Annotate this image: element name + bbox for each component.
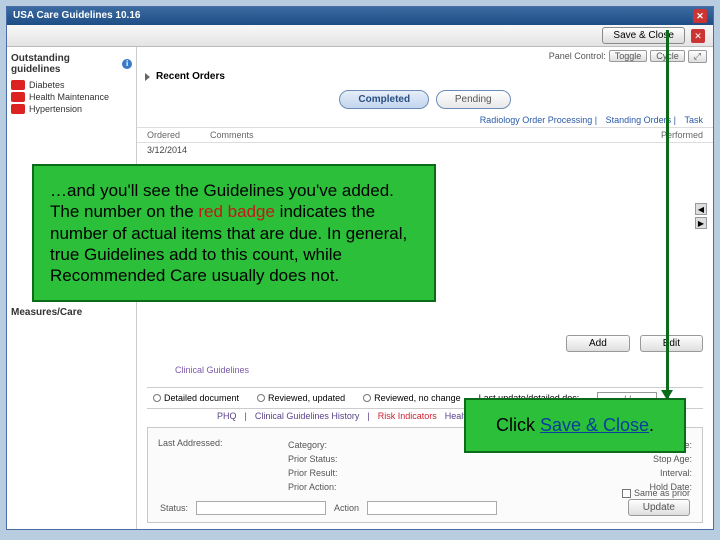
order-columns: Ordered Comments Performed: [137, 127, 713, 143]
panel-toggle-button[interactable]: Toggle: [609, 50, 648, 62]
sidebar-item-diabetes[interactable]: Diabetes: [11, 79, 132, 91]
label-last-addressed: Last Addressed:: [158, 438, 223, 448]
scroll-buttons: ◀ ▶: [695, 203, 707, 229]
sidebar-item-hypertension[interactable]: Hypertension: [11, 103, 132, 115]
checkbox-icon[interactable]: [622, 489, 631, 498]
link-standing[interactable]: Standing Orders: [606, 115, 672, 125]
window-title: USA Care Guidelines 10.16: [13, 7, 140, 25]
label-interval: Interval:: [649, 466, 692, 480]
info-icon[interactable]: i: [122, 59, 132, 69]
scroll-left-icon[interactable]: ◀: [695, 203, 707, 215]
link-risk[interactable]: Risk Indicators: [378, 411, 437, 421]
label-prior-result: Prior Result:: [288, 466, 338, 480]
radio-reviewed-updated[interactable]: Reviewed, updated: [257, 393, 345, 403]
order-links: Radiology Order Processing | Standing Or…: [137, 115, 713, 125]
label-category: Category:: [288, 438, 338, 452]
add-edit-buttons: Add Edit: [566, 335, 703, 352]
annotation-callout-2: Click Save & Close.: [464, 398, 686, 453]
annotation-arrow: [666, 30, 669, 398]
top-toolbar: Save & Close ✕: [7, 25, 713, 47]
badge-icon: [11, 92, 25, 102]
tab-completed[interactable]: Completed: [339, 90, 429, 109]
window-close-icon[interactable]: ✕: [693, 9, 707, 23]
label-prior-status: Prior Status:: [288, 452, 338, 466]
measures-section: Measures/Care: [11, 307, 131, 318]
save-and-close-button[interactable]: Save & Close: [602, 27, 685, 44]
panel-control: Panel Control: Toggle Cycle ⤢: [549, 47, 707, 65]
status-action-row: Status: Action Update: [160, 499, 690, 516]
edit-button[interactable]: Edit: [640, 335, 703, 352]
action-field[interactable]: [367, 501, 497, 515]
recent-orders-heading: Recent Orders: [137, 69, 713, 84]
label-stop-age: Stop Age:: [649, 452, 692, 466]
toolbar-close-icon[interactable]: ✕: [691, 29, 705, 43]
radio-reviewed-nochange[interactable]: Reviewed, no change: [363, 393, 461, 403]
link-radiology[interactable]: Radiology Order Processing: [480, 115, 593, 125]
sidebar-item-health-maintenance[interactable]: Health Maintenance: [11, 91, 132, 103]
update-button[interactable]: Update: [628, 499, 690, 516]
order-row-date: 3/12/2014: [137, 143, 713, 157]
badge-icon: [11, 80, 25, 90]
scroll-right-icon[interactable]: ▶: [695, 217, 707, 229]
same-as-prior[interactable]: Same as prior: [622, 488, 690, 498]
panel-expand-icon[interactable]: ⤢: [688, 50, 707, 63]
sidebar-heading: Outstanding guidelines i: [11, 53, 132, 75]
link-task[interactable]: Task: [684, 115, 703, 125]
link-phq[interactable]: PHQ: [217, 411, 237, 421]
order-tabs: Completed Pending: [137, 90, 713, 109]
chevron-right-icon[interactable]: [145, 73, 150, 81]
add-button[interactable]: Add: [566, 335, 630, 352]
link-history[interactable]: Clinical Guidelines History: [255, 411, 360, 421]
tab-pending[interactable]: Pending: [436, 90, 511, 109]
window-titlebar: USA Care Guidelines 10.16 ✕: [7, 7, 713, 25]
clinical-guidelines-label: Clinical Guidelines: [175, 365, 249, 375]
status-field[interactable]: [196, 501, 326, 515]
badge-icon: [11, 104, 25, 114]
label-prior-action: Prior Action:: [288, 480, 338, 494]
radio-detailed[interactable]: Detailed document: [153, 393, 239, 403]
annotation-callout-1: …and you'll see the Guidelines you've ad…: [32, 164, 436, 302]
